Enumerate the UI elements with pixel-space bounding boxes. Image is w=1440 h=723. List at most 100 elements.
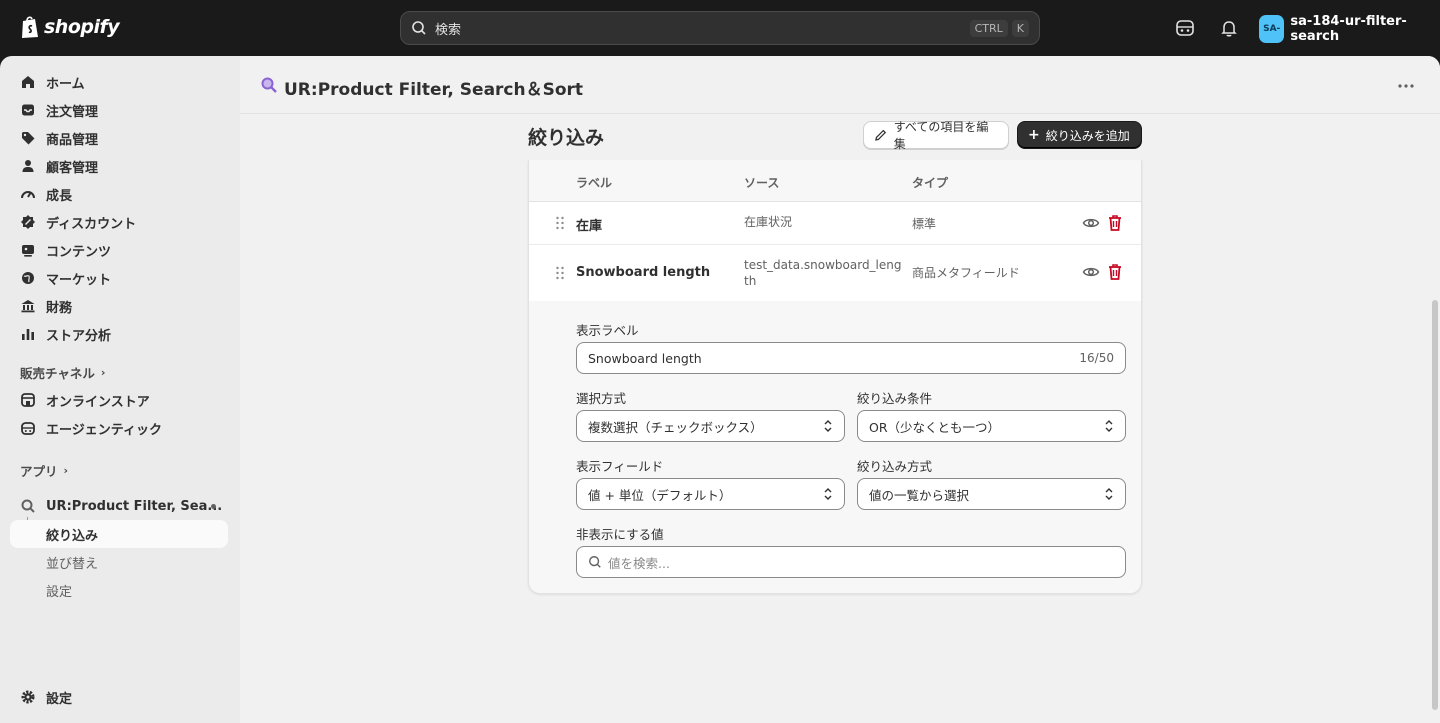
chevron-right-icon: › bbox=[63, 464, 69, 477]
global-search-input[interactable]: 検索 CTRL K bbox=[400, 11, 1040, 45]
sidebar-item-label: 顧客管理 bbox=[46, 160, 99, 176]
discount-icon bbox=[21, 215, 35, 229]
sidebar-item-growth[interactable]: 成長 bbox=[10, 180, 228, 208]
sidebar-subitem-sort[interactable]: 並び替え bbox=[10, 548, 228, 576]
tag-icon bbox=[22, 132, 35, 145]
sidekick-icon[interactable] bbox=[1174, 17, 1196, 39]
store-avatar: SA- bbox=[1259, 15, 1285, 43]
home-icon bbox=[22, 76, 34, 88]
row-label: 在庫 bbox=[576, 219, 603, 234]
filter-method-select[interactable]: 値の一覧から選択 bbox=[857, 478, 1126, 510]
page-scrollbar[interactable] bbox=[1432, 300, 1438, 710]
display-label-value: Snowboard length bbox=[588, 350, 702, 366]
delete-icon[interactable] bbox=[1107, 263, 1123, 281]
sidebar-item-markets[interactable]: マーケット bbox=[10, 264, 228, 292]
sidebar-item-orders[interactable]: 注文管理 bbox=[10, 96, 228, 124]
selection-method-value: 複数選択（チェックボックス） bbox=[588, 419, 763, 435]
globe-icon bbox=[22, 272, 34, 284]
display-field-title: 表示フィールド bbox=[576, 459, 664, 474]
sidebar-item-products[interactable]: 商品管理 bbox=[10, 124, 228, 152]
gear-icon bbox=[21, 690, 35, 704]
filter-condition-title: 絞り込み条件 bbox=[857, 391, 933, 406]
character-counter: 16/50 bbox=[1079, 351, 1114, 365]
apps-heading[interactable]: アプリ › bbox=[20, 461, 68, 480]
shortcut-ctrl-key: CTRL bbox=[969, 19, 1008, 37]
app-logo-icon bbox=[261, 77, 277, 93]
sidebar-item-app[interactable]: UR:Product Filter, Sea... bbox=[10, 492, 228, 520]
shopify-logo[interactable]: shopify bbox=[20, 15, 120, 39]
bell-icon[interactable] bbox=[1218, 17, 1240, 39]
sidebar-item-content[interactable]: コンテンツ bbox=[10, 236, 228, 264]
add-filter-button[interactable]: + 絞り込みを追加 bbox=[1017, 121, 1142, 149]
agent-icon bbox=[21, 422, 35, 435]
table-header: ラベル ソース タイプ bbox=[529, 160, 1141, 202]
select-arrows-icon bbox=[1105, 488, 1113, 500]
edit-all-button[interactable]: すべての項目を編集 bbox=[863, 120, 1009, 151]
sidebar-item-analytics[interactable]: ストア分析 bbox=[10, 320, 228, 348]
sidebar-item-label: マーケット bbox=[46, 272, 112, 288]
eye-icon[interactable] bbox=[1082, 214, 1100, 232]
selection-method-select[interactable]: 複数選択（チェックボックス） bbox=[576, 410, 845, 442]
sales-channels-label: 販売チャネル bbox=[20, 366, 95, 381]
sales-channels-heading[interactable]: 販売チャネル › bbox=[20, 363, 105, 382]
sidebar-item-label: ストア分析 bbox=[46, 328, 112, 344]
filters-card: ラベル ソース タイプ 在庫 在庫状況 標準 Snowboard length … bbox=[528, 160, 1142, 594]
sidebar-item-label: エージェンティック bbox=[46, 422, 162, 438]
drag-handle-icon[interactable] bbox=[555, 266, 565, 280]
delete-icon[interactable] bbox=[1107, 214, 1123, 232]
sidebar-subitem-settings[interactable]: 設定 bbox=[10, 576, 228, 604]
sidebar-item-label: 商品管理 bbox=[46, 132, 99, 148]
sidebar-subitem-filters[interactable]: 絞り込み bbox=[10, 520, 228, 548]
sidebar-item-label: 財務 bbox=[46, 300, 73, 316]
chevron-right-icon: › bbox=[100, 366, 106, 379]
sidebar-item-agentic[interactable]: エージェンティック bbox=[10, 414, 228, 442]
store-menu-button[interactable]: SA- sa-184-ur-filter-search bbox=[1259, 14, 1440, 44]
sidebar-item-settings[interactable]: 設定 bbox=[10, 683, 228, 711]
sidebar-item-label: 設定 bbox=[46, 691, 73, 707]
plus-icon: + bbox=[1028, 127, 1040, 143]
column-header-type: タイプ bbox=[912, 176, 949, 190]
sidebar-item-online-store[interactable]: オンラインストア bbox=[10, 386, 228, 414]
hidden-values-title: 非表示にする値 bbox=[576, 527, 664, 542]
store-name: sa-184-ur-filter-search bbox=[1290, 14, 1407, 44]
sidebar-item-customers[interactable]: 顧客管理 bbox=[10, 152, 228, 180]
shopify-bag-icon bbox=[22, 16, 38, 38]
display-label-input[interactable]: Snowboard length 16/50 bbox=[576, 342, 1126, 374]
filter-method-value: 値の一覧から選択 bbox=[869, 487, 970, 503]
logo-text: shopify bbox=[44, 16, 120, 38]
hidden-values-placeholder: 値を検索... bbox=[608, 555, 670, 571]
app-title: UR:Product Filter, Search＆Sort bbox=[284, 80, 584, 100]
search-icon bbox=[589, 556, 601, 568]
sidebar-item-home[interactable]: ホーム bbox=[10, 68, 228, 96]
sidebar-item-label: UR:Product Filter, Sea... bbox=[46, 498, 223, 514]
filter-condition-select[interactable]: OR（少なくとも一つ） bbox=[857, 410, 1126, 442]
person-icon bbox=[22, 160, 34, 172]
content-icon bbox=[22, 245, 34, 257]
table-row-expanded[interactable]: Snowboard length test_data.snowboard_len… bbox=[529, 245, 1141, 301]
hidden-values-search-input[interactable]: 値を検索... bbox=[576, 546, 1126, 578]
sidebar-item-label: ディスカウント bbox=[46, 216, 137, 232]
column-header-label: ラベル bbox=[576, 176, 613, 190]
sidebar: ホーム 注文管理 商品管理 顧客管理 成長 ディスカウント コンテンツ マーケッ… bbox=[0, 56, 240, 723]
display-label-title: 表示ラベル bbox=[576, 323, 639, 338]
sidebar-item-discounts[interactable]: ディスカウント bbox=[10, 208, 228, 236]
select-arrows-icon bbox=[1105, 420, 1113, 432]
page-title: 絞り込み bbox=[528, 127, 605, 149]
row-type: 標準 bbox=[912, 217, 937, 231]
eye-icon[interactable] bbox=[1082, 263, 1100, 281]
table-row[interactable]: 在庫 在庫状況 標準 bbox=[529, 202, 1141, 245]
sidebar-item-label: 絞り込み bbox=[46, 528, 99, 544]
apps-label: アプリ bbox=[20, 464, 58, 479]
search-icon bbox=[412, 21, 426, 35]
filter-method-title: 絞り込み方式 bbox=[857, 459, 933, 474]
sidebar-item-finance[interactable]: 財務 bbox=[10, 292, 228, 320]
filter-condition-value: OR（少なくとも一つ） bbox=[869, 419, 1001, 435]
search-placeholder: 検索 bbox=[435, 22, 462, 38]
display-field-select[interactable]: 値 + 単位（デフォルト） bbox=[576, 478, 845, 510]
edit-all-label: すべての項目を編集 bbox=[893, 120, 989, 151]
drag-handle-icon[interactable] bbox=[555, 216, 565, 230]
select-arrows-icon bbox=[824, 420, 832, 432]
more-horizontal-icon[interactable] bbox=[1396, 76, 1416, 96]
